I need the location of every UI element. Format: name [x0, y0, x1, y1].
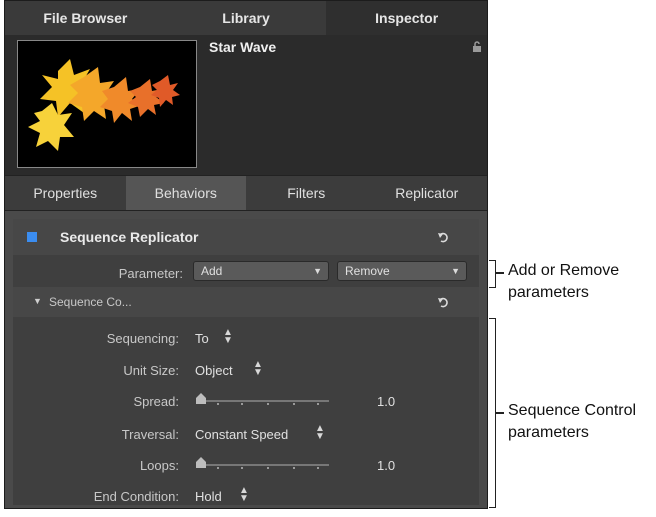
dropdown-arrow-icon: ▼ — [313, 266, 322, 276]
slider-tick — [217, 403, 219, 405]
unit-size-row: Unit Size: Object ▲ ▼ — [13, 354, 479, 386]
remove-parameter-dropdown[interactable]: Remove ▼ — [337, 261, 467, 281]
loops-value[interactable]: 1.0 — [377, 458, 395, 473]
spread-value[interactable]: 1.0 — [377, 394, 395, 409]
add-remove-annotation-line2: parameters — [508, 284, 589, 301]
sequencing-label: Sequencing: — [106, 331, 179, 346]
tab-properties[interactable]: Properties — [5, 176, 126, 210]
add-parameter-dropdown[interactable]: Add ▼ — [193, 261, 329, 281]
stepper-icon[interactable]: ▲ ▼ — [239, 486, 249, 504]
remove-value: Remove — [345, 264, 390, 278]
behavior-title: Sequence Replicator — [60, 229, 199, 245]
slider-tick — [317, 467, 319, 469]
end-condition-value[interactable]: Hold — [195, 489, 222, 504]
spread-label: Spread: — [133, 394, 179, 409]
add-remove-bracket — [489, 260, 496, 288]
sequence-control-bracket — [489, 318, 496, 508]
sub-tab-bar: Properties Behaviors Filters Replicator — [5, 175, 487, 211]
tab-file-browser[interactable]: File Browser — [5, 1, 166, 35]
add-remove-annotation-line1: Add or Remove — [508, 262, 620, 279]
top-tab-bar: File Browser Library Inspector — [5, 1, 487, 36]
disclosure-triangle-icon[interactable]: ▼ — [33, 296, 42, 306]
loops-slider-thumb[interactable] — [195, 457, 207, 469]
parameter-row: Parameter: Add ▼ Remove ▼ — [13, 257, 479, 289]
slider-tick — [317, 403, 319, 405]
traversal-label: Traversal: — [121, 427, 179, 442]
inspector-panel: File Browser Library Inspector Star Wave… — [4, 0, 488, 509]
tab-inspector[interactable]: Inspector — [326, 1, 487, 35]
reset-icon[interactable] — [437, 231, 449, 243]
add-remove-bracket-tick — [496, 272, 504, 274]
tab-replicator[interactable]: Replicator — [367, 176, 488, 210]
dropdown-arrow-icon: ▼ — [451, 266, 460, 276]
sequence-control-header[interactable]: ▼ Sequence Co... — [13, 287, 479, 317]
lock-icon[interactable] — [471, 41, 483, 53]
slider-tick — [217, 467, 219, 469]
sequence-control-annotation-line2: parameters — [508, 424, 589, 441]
slider-tick — [241, 403, 243, 405]
sequence-control-annotation-line1: Sequence Control — [508, 402, 637, 419]
unit-size-value[interactable]: Object — [195, 363, 233, 378]
end-condition-label: End Condition: — [93, 489, 179, 504]
sequence-control-bracket-tick — [496, 412, 504, 414]
loops-row: Loops: 1.0 — [13, 449, 479, 481]
parameter-label: Parameter: — [118, 266, 183, 281]
tab-library[interactable]: Library — [166, 1, 327, 35]
sequencing-row: Sequencing: To ▲ ▼ — [13, 322, 479, 354]
unit-size-label: Unit Size: — [123, 363, 179, 378]
spread-slider-track[interactable] — [197, 400, 329, 405]
stepper-icon[interactable]: ▲ ▼ — [223, 328, 233, 346]
add-value: Add — [201, 264, 223, 278]
sequencing-value[interactable]: To — [195, 331, 209, 346]
sequence-control-label: Sequence Co... — [49, 295, 132, 309]
behavior-content: Sequence Replicator Parameter: Add ▼ Rem… — [13, 219, 479, 505]
slider-tick — [293, 403, 295, 405]
slider-tick — [267, 467, 269, 469]
slider-tick — [293, 467, 295, 469]
loops-label: Loops: — [139, 458, 179, 473]
sequence-replicator-header: Sequence Replicator — [13, 219, 479, 255]
loops-slider-track[interactable] — [197, 464, 329, 469]
inspector-header: Star Wave — [5, 35, 487, 175]
slider-tick — [241, 467, 243, 469]
preview-thumbnail — [17, 40, 197, 168]
stepper-icon[interactable]: ▲ ▼ — [315, 424, 325, 442]
reset-icon[interactable] — [437, 296, 449, 308]
spread-row: Spread: 1.0 — [13, 385, 479, 417]
enable-checkbox[interactable] — [27, 232, 37, 242]
end-condition-row: End Condition: Hold ▲ ▼ — [13, 480, 479, 508]
stepper-icon[interactable]: ▲ ▼ — [253, 360, 263, 378]
spread-slider-thumb[interactable] — [195, 393, 207, 405]
traversal-row: Traversal: Constant Speed ▲ ▼ — [13, 418, 479, 450]
tab-filters[interactable]: Filters — [246, 176, 367, 210]
tab-behaviors[interactable]: Behaviors — [125, 176, 246, 210]
traversal-value[interactable]: Constant Speed — [195, 427, 288, 442]
object-title: Star Wave — [209, 39, 277, 55]
slider-tick — [267, 403, 269, 405]
